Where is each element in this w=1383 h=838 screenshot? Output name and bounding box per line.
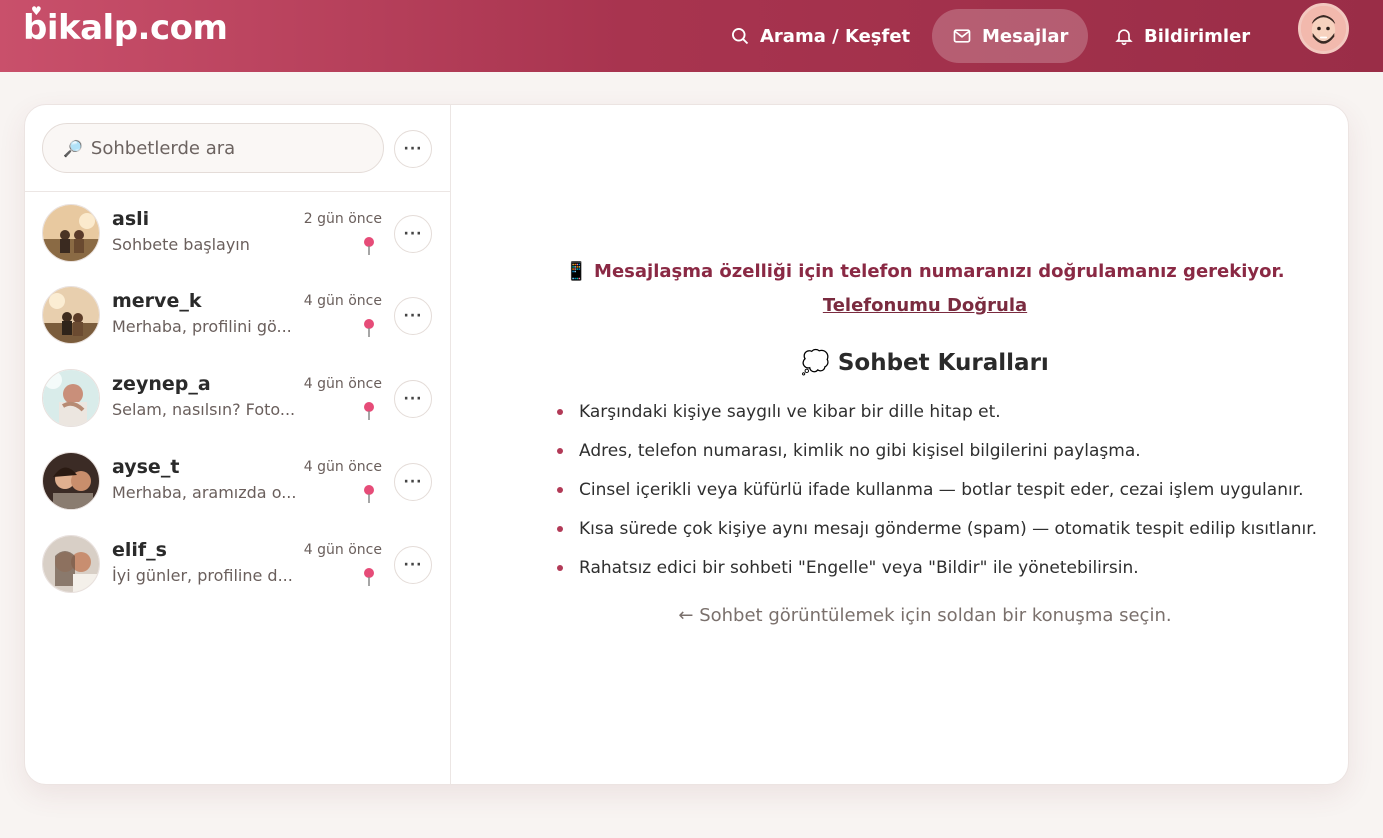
chat-rules-list: Karşındaki kişiye saygılı ve kibar bir d… bbox=[553, 399, 1317, 594]
chat-preview: Merhaba, aramızda o... bbox=[112, 483, 297, 502]
chat-avatar bbox=[42, 369, 100, 427]
chat-avatar bbox=[42, 286, 100, 344]
nav-item-messages[interactable]: Mesajlar bbox=[932, 9, 1089, 63]
chat-options-button[interactable]: ··· bbox=[394, 297, 432, 335]
avatar-face-icon bbox=[1301, 6, 1346, 51]
magnifier-icon: 🔎 bbox=[63, 138, 83, 158]
heart-icon: ♥ bbox=[31, 4, 42, 18]
more-options-button[interactable]: ··· bbox=[394, 130, 432, 168]
divider bbox=[25, 191, 451, 192]
rule-item: Adres, telefon numarası, kimlik no gibi … bbox=[553, 438, 1317, 477]
chat-name: merve_k bbox=[112, 290, 202, 312]
chat-time: 4 gün önce bbox=[303, 376, 382, 392]
chat-options-button[interactable]: ··· bbox=[394, 463, 432, 501]
search-icon bbox=[732, 28, 749, 45]
rule-item: Karşındaki kişiye saygılı ve kibar bir d… bbox=[553, 399, 1317, 438]
chat-preview: Selam, nasılsın? Foto... bbox=[112, 400, 296, 419]
chat-name: zeynep_a bbox=[112, 373, 211, 395]
chat-options-button[interactable]: ··· bbox=[394, 215, 432, 253]
search-input[interactable] bbox=[90, 137, 361, 159]
nav-item-search[interactable]: Arama / Keşfet bbox=[710, 9, 930, 63]
pin-icon bbox=[364, 485, 374, 503]
more-icon: ··· bbox=[403, 141, 423, 157]
chat-list-item[interactable]: ayse_t Merhaba, aramızda o... 4 gün önce… bbox=[25, 452, 451, 534]
chat-avatar bbox=[42, 535, 100, 593]
chat-list-item[interactable]: elif_s İyi günler, profiline d... 4 gün … bbox=[25, 535, 451, 617]
chat-list-item[interactable]: zeynep_a Selam, nasılsın? Foto... 4 gün … bbox=[25, 369, 451, 451]
chat-name: asli bbox=[112, 208, 150, 230]
chat-list-item[interactable]: merve_k Merhaba, profilini gö... 4 gün ö… bbox=[25, 286, 451, 368]
pin-icon bbox=[364, 319, 374, 337]
nav-label: Mesajlar bbox=[982, 25, 1069, 47]
logo-text: bikalp.com bbox=[23, 8, 228, 48]
more-icon: ··· bbox=[403, 557, 423, 573]
nav-item-notifications[interactable]: Bildirimler bbox=[1094, 9, 1270, 63]
chat-time: 4 gün önce bbox=[303, 542, 382, 558]
user-avatar[interactable] bbox=[1298, 3, 1349, 54]
top-navbar: ♥ bikalp.com Arama / Keşfet Mesajlar Bil… bbox=[0, 0, 1383, 72]
chat-time: 4 gün önce bbox=[303, 459, 382, 475]
chat-rules-title: 💭 Sohbet Kuralları bbox=[801, 350, 1049, 376]
more-icon: ··· bbox=[403, 474, 423, 490]
rule-item: Cinsel içerikli veya küfürlü ifade kulla… bbox=[553, 477, 1317, 516]
chat-preview: İyi günler, profiline d... bbox=[112, 566, 293, 585]
chat-name: elif_s bbox=[112, 539, 167, 561]
chat-avatar bbox=[42, 204, 100, 262]
bell-icon bbox=[1115, 29, 1133, 46]
chat-time: 2 gün önce bbox=[303, 211, 382, 227]
pin-icon bbox=[364, 568, 374, 586]
verify-phone-notice: 📱 Mesajlaşma özelliği için telefon numar… bbox=[565, 261, 1285, 282]
rule-item: Rahatsız edici bir sohbeti "Engelle" vey… bbox=[553, 555, 1317, 594]
rule-item: Kısa sürede çok kişiye aynı mesajı gönde… bbox=[553, 516, 1317, 555]
conversations-sidebar: 🔎 ··· asli Sohbete başlayın 2 gün önce ·… bbox=[25, 105, 451, 784]
site-logo[interactable]: ♥ bikalp.com bbox=[23, 4, 228, 50]
more-icon: ··· bbox=[403, 226, 423, 242]
chat-empty-state: 📱 Mesajlaşma özelliği için telefon numar… bbox=[475, 105, 1348, 784]
search-box[interactable]: 🔎 bbox=[42, 123, 384, 173]
pin-icon bbox=[364, 237, 374, 255]
more-icon: ··· bbox=[403, 308, 423, 324]
chat-preview: Sohbete başlayın bbox=[112, 235, 250, 254]
more-icon: ··· bbox=[403, 391, 423, 407]
mail-icon bbox=[953, 29, 971, 43]
messages-panel: 🔎 ··· asli Sohbete başlayın 2 gün önce ·… bbox=[24, 104, 1349, 785]
chat-preview: Merhaba, profilini gö... bbox=[112, 317, 292, 336]
chat-time: 4 gün önce bbox=[303, 293, 382, 309]
pin-icon bbox=[364, 402, 374, 420]
chat-options-button[interactable]: ··· bbox=[394, 380, 432, 418]
chat-list-item[interactable]: asli Sohbete başlayın 2 gün önce ··· bbox=[25, 204, 451, 286]
nav-label: Bildirimler bbox=[1144, 25, 1251, 47]
nav-label: Arama / Keşfet bbox=[760, 25, 911, 47]
select-conversation-hint: ← Sohbet görüntülemek için soldan bir ko… bbox=[678, 605, 1172, 626]
chat-options-button[interactable]: ··· bbox=[394, 546, 432, 584]
verify-phone-link[interactable]: Telefonumu Doğrula bbox=[475, 295, 1348, 316]
chat-name: ayse_t bbox=[112, 456, 180, 478]
chat-avatar bbox=[42, 452, 100, 510]
